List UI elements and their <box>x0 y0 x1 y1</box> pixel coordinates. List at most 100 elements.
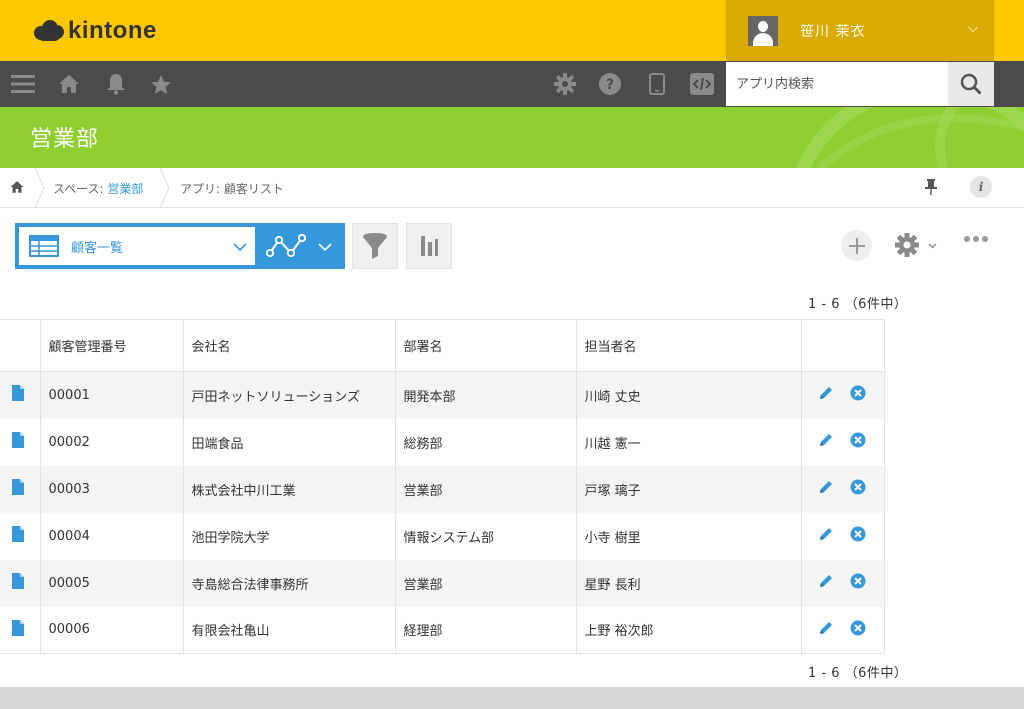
filter-icon <box>363 233 387 259</box>
mobile-icon[interactable] <box>646 61 668 107</box>
gear-icon <box>895 233 919 257</box>
line-graph-icon <box>266 233 306 258</box>
document-icon <box>12 432 40 452</box>
document-icon <box>12 573 40 593</box>
delete-icon[interactable] <box>850 479 866 499</box>
pagination-top: 1 - 6 （6件中） <box>808 297 908 312</box>
breadcrumb-space-link[interactable]: 営業部 <box>107 182 143 196</box>
table-header-row: 顧客管理番号 会社名 部署名 担当者名 <box>0 319 885 372</box>
table-header-blank <box>0 319 40 372</box>
top-header: kintone 笹川 茉衣 <box>0 0 1024 61</box>
cell-department: 情報システム部 <box>394 512 576 560</box>
search-button[interactable] <box>948 62 994 106</box>
cell-department: 開発本部 <box>394 371 576 419</box>
code-icon[interactable] <box>690 61 714 107</box>
cell-customer-id: 00004 <box>39 512 183 560</box>
record-detail-link[interactable] <box>0 371 40 419</box>
delete-icon[interactable] <box>850 526 866 546</box>
edit-pencil-icon[interactable] <box>818 526 834 546</box>
app-search-input[interactable] <box>726 62 948 106</box>
banner-decoration <box>795 107 1024 168</box>
column-header-customer-id[interactable]: 顧客管理番号 <box>39 319 183 372</box>
row-actions <box>800 606 885 654</box>
cell-department: 経理部 <box>394 606 576 654</box>
cell-company: 寺島総合法律事務所 <box>182 559 395 607</box>
info-icon[interactable]: i <box>970 176 992 198</box>
graph-button[interactable] <box>406 223 452 269</box>
bell-icon[interactable] <box>104 61 128 107</box>
table-row: 00002 田端食品 総務部 川越 憲一 <box>0 418 885 466</box>
bar-chart-icon <box>421 236 438 256</box>
delete-icon[interactable] <box>850 573 866 593</box>
column-header-company[interactable]: 会社名 <box>182 319 395 372</box>
row-actions <box>800 465 885 513</box>
record-detail-link[interactable] <box>0 559 40 607</box>
pin-icon[interactable] <box>924 179 938 199</box>
breadcrumb-separator <box>34 168 45 208</box>
cell-customer-id: 00003 <box>39 465 183 513</box>
filter-button[interactable] <box>352 223 398 269</box>
help-icon[interactable]: ? <box>598 61 622 107</box>
footer-bar <box>0 687 1024 709</box>
space-title: 営業部 <box>30 127 100 152</box>
breadcrumb: スペース: 営業部 アプリ: 顧客リスト <box>0 168 1024 208</box>
record-detail-link[interactable] <box>0 513 40 560</box>
logo-text: kintone <box>68 17 157 44</box>
cell-contact: 戸塚 璃子 <box>575 465 801 513</box>
record-detail-link[interactable] <box>0 606 40 654</box>
breadcrumb-home-icon[interactable] <box>10 179 24 198</box>
cell-department: 総務部 <box>394 418 576 466</box>
column-header-actions <box>800 319 885 372</box>
column-header-department[interactable]: 部署名 <box>394 319 576 372</box>
chevron-down-icon <box>318 243 332 252</box>
space-banner: 営業部 <box>0 107 1024 168</box>
cell-company: 池田学院大学 <box>182 512 395 560</box>
gear-icon[interactable] <box>553 61 577 107</box>
delete-icon[interactable] <box>850 620 866 640</box>
edit-pencil-icon[interactable] <box>818 479 834 499</box>
table-row: 00004 池田学院大学 情報システム部 小寺 樹里 <box>0 512 885 560</box>
cell-contact: 小寺 樹里 <box>575 512 801 560</box>
search-icon <box>960 73 982 95</box>
record-detail-link[interactable] <box>0 465 40 513</box>
row-actions <box>800 512 885 560</box>
delete-icon[interactable] <box>850 432 866 452</box>
graph-view-button[interactable] <box>256 223 345 269</box>
cell-customer-id: 00006 <box>39 606 183 654</box>
app-settings-button[interactable] <box>894 232 940 262</box>
user-name: 笹川 茉衣 <box>800 23 866 40</box>
edit-pencil-icon[interactable] <box>818 620 834 640</box>
cell-contact: 星野 長利 <box>575 559 801 607</box>
document-icon <box>12 526 40 546</box>
edit-pencil-icon[interactable] <box>818 432 834 452</box>
avatar <box>748 15 778 46</box>
view-selector[interactable]: 顧客一覧 <box>15 223 256 269</box>
table-row: 00005 寺島総合法律事務所 営業部 星野 長利 <box>0 559 885 607</box>
cell-customer-id: 00001 <box>39 371 183 419</box>
document-icon <box>12 479 40 499</box>
star-icon[interactable] <box>149 61 173 107</box>
edit-pencil-icon[interactable] <box>818 573 834 593</box>
cell-company: 株式会社中川工業 <box>182 465 395 513</box>
cell-customer-id: 00002 <box>39 418 183 466</box>
edit-pencil-icon[interactable] <box>818 385 834 405</box>
column-header-contact[interactable]: 担当者名 <box>575 319 801 372</box>
cell-contact: 上野 裕次郎 <box>575 606 801 654</box>
view-name: 顧客一覧 <box>71 240 124 256</box>
table-view-icon <box>29 235 59 257</box>
delete-icon[interactable] <box>850 385 866 405</box>
chevron-down-icon <box>968 22 978 32</box>
pagination-bottom: 1 - 6 （6件中） <box>808 666 908 681</box>
home-icon[interactable] <box>57 61 81 107</box>
add-record-button[interactable] <box>841 230 872 261</box>
table-row: 00006 有限会社亀山 経理部 上野 裕次郎 <box>0 606 885 654</box>
menu-icon[interactable] <box>10 61 36 107</box>
user-menu[interactable]: 笹川 茉衣 <box>726 0 994 61</box>
cell-company: 戸田ネットソリューションズ <box>182 371 395 419</box>
document-icon <box>12 619 40 640</box>
kintone-logo[interactable]: kintone <box>34 16 157 46</box>
more-options-icon[interactable] <box>964 236 988 242</box>
row-actions <box>800 418 885 466</box>
record-detail-link[interactable] <box>0 419 40 466</box>
row-actions <box>800 559 885 607</box>
